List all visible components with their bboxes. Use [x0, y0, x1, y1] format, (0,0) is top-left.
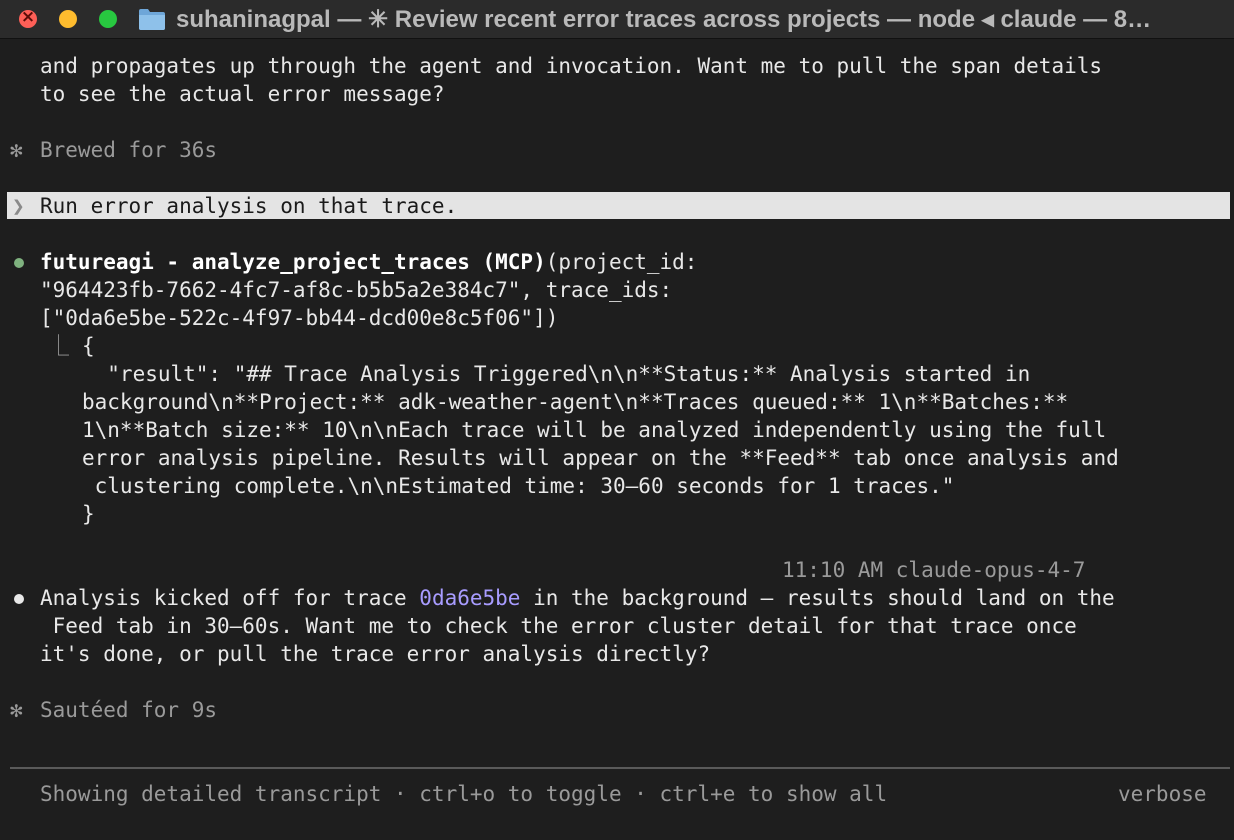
- tool-call-header: futureagi - analyze_project_traces (MCP)…: [40, 248, 697, 276]
- prompt-glyph: ❯: [12, 194, 25, 218]
- result-line: "result": "## Trace Analysis Triggered\n…: [82, 362, 1031, 386]
- message-timestamp: 11:10 AM claude-opus-4-7: [782, 558, 1086, 582]
- tool-call-args: ["0da6e5be-522c-4f97-bb44-dcd00e8c5f06"]…: [40, 306, 559, 330]
- close-icon[interactable]: [19, 7, 37, 28]
- tool-status-dot: [14, 258, 24, 268]
- user-prompt[interactable]: ❯ Run error analysis on that trace.: [7, 192, 1230, 219]
- folder-icon: [139, 9, 165, 30]
- assistant-reply-line: Analysis kicked off for trace 0da6e5be i…: [40, 584, 1115, 612]
- result-line: }: [82, 502, 95, 526]
- window-title: suhaninagpal — ✳ Review recent error tra…: [176, 6, 1152, 33]
- result-line: 1\n**Batch size:** 10\n\nEach trace will…: [82, 418, 1107, 442]
- result-line: background\n**Project:** adk-weather-age…: [82, 390, 1069, 414]
- status-icon: ✻: [10, 698, 23, 722]
- tool-call-name: futureagi - analyze_project_traces (MCP): [40, 250, 546, 274]
- result-line: error analysis pipeline. Results will ap…: [82, 446, 1119, 470]
- status-sauteed: Sautéed for 9s: [40, 698, 218, 722]
- footer-hint: Showing detailed transcript · ctrl+o to …: [40, 782, 888, 806]
- result-connector-icon: ⎿: [48, 334, 69, 358]
- trace-id-link[interactable]: 0da6e5be: [419, 586, 520, 610]
- tool-call-args: "964423fb-7662-4fc7-af8c-b5b5a2e384c7", …: [40, 278, 673, 302]
- assistant-reply-line: Feed tab in 30–60s. Want me to check the…: [40, 614, 1077, 638]
- terminal-window: suhaninagpal — ✳ Review recent error tra…: [0, 0, 1234, 840]
- previous-reply-line: to see the actual error message?: [40, 82, 445, 106]
- verbose-mode-indicator: verbose: [1118, 782, 1207, 806]
- assistant-dot: [14, 594, 24, 604]
- result-line: {: [82, 334, 95, 358]
- reply-text: in the background — results should land …: [520, 586, 1115, 610]
- reply-text: Analysis kicked off for trace: [40, 586, 420, 610]
- minimize-icon[interactable]: [59, 10, 77, 28]
- assistant-reply-line: it's done, or pull the trace error analy…: [40, 642, 711, 666]
- terminal-content[interactable]: and propagates up through the agent and …: [0, 38, 1234, 840]
- result-line: clustering complete.\n\nEstimated time: …: [82, 474, 955, 498]
- previous-reply-line: and propagates up through the agent and …: [40, 54, 1103, 78]
- zoom-icon[interactable]: [99, 10, 117, 28]
- footer-divider: [10, 767, 1230, 769]
- tool-call-args: (project_id:: [545, 250, 698, 274]
- title-bar: suhaninagpal — ✳ Review recent error tra…: [0, 0, 1234, 39]
- user-prompt-text: Run error analysis on that trace.: [40, 194, 458, 218]
- status-icon: ✻: [10, 138, 23, 162]
- status-brewed: Brewed for 36s: [40, 138, 218, 162]
